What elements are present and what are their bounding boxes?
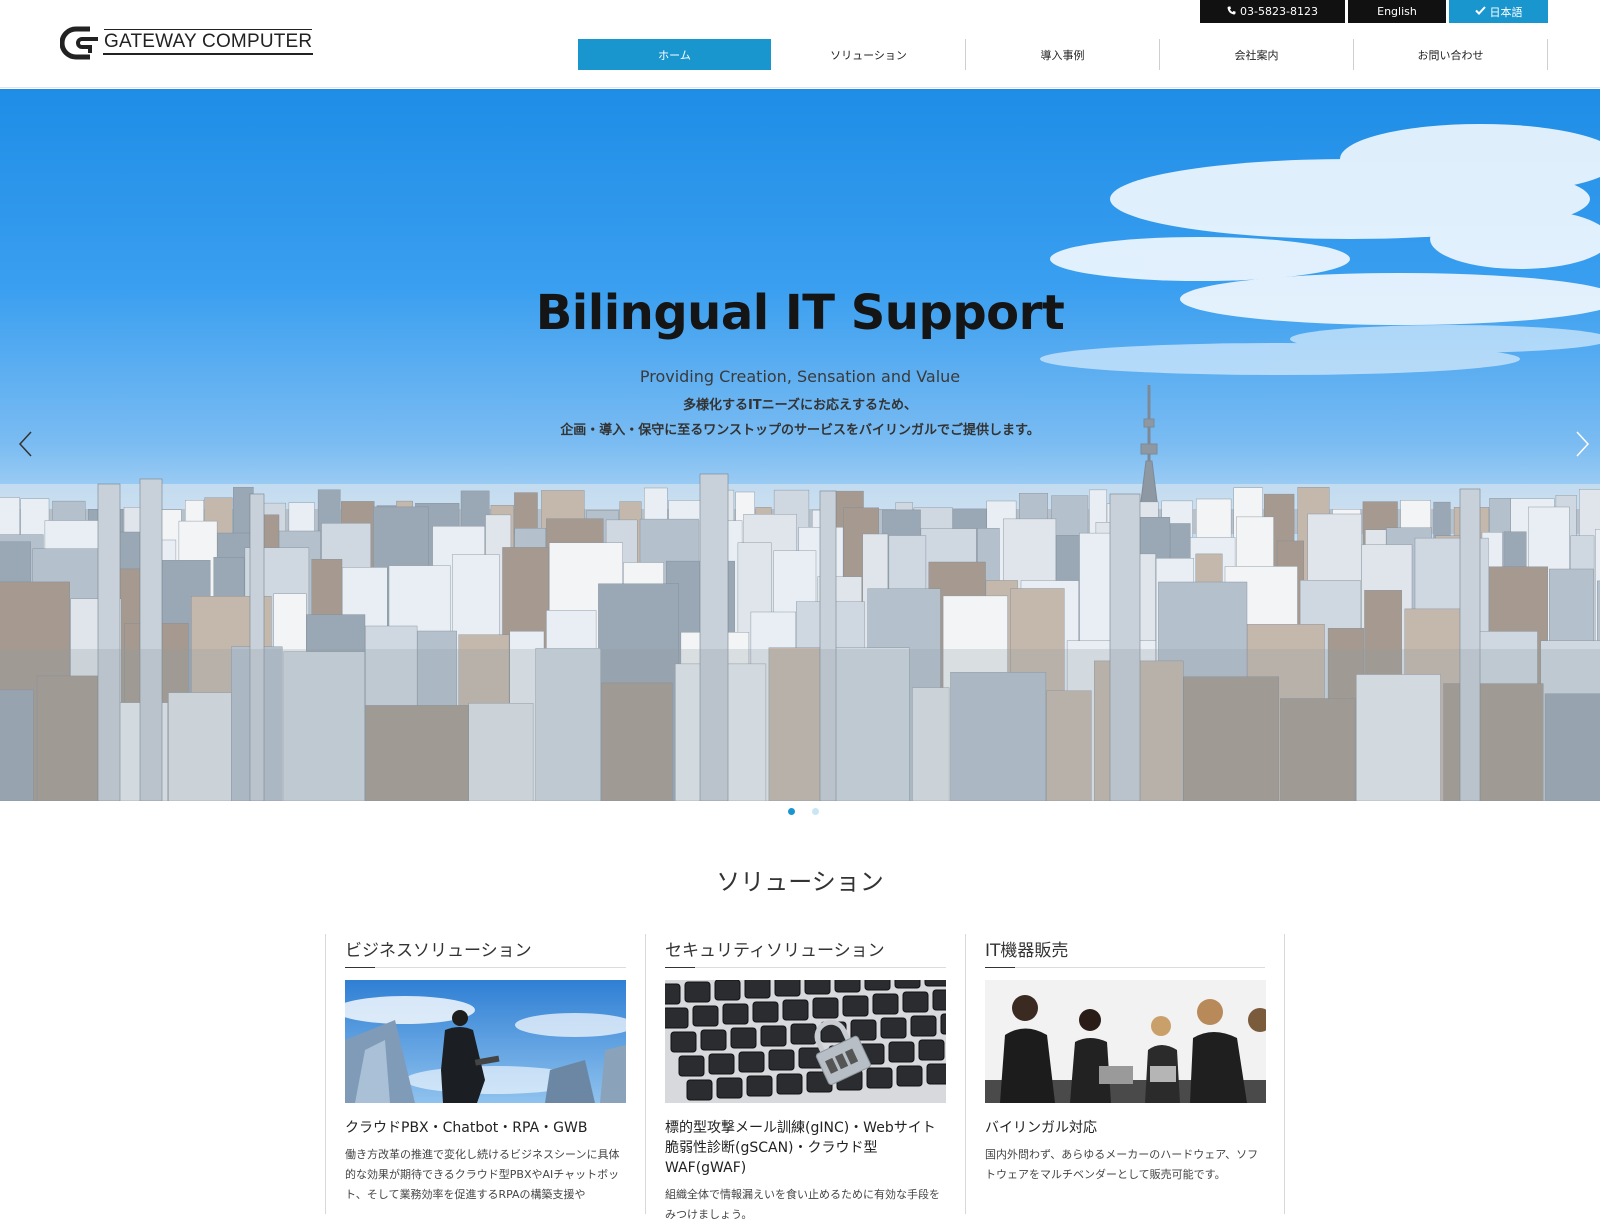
solutions-section-title: ソリューション bbox=[716, 868, 884, 896]
phone-link[interactable]: 03-5823-8123 bbox=[1200, 0, 1345, 23]
slider-prev-arrow-icon[interactable] bbox=[16, 429, 36, 459]
check-icon bbox=[1474, 5, 1486, 18]
slider-dot-1[interactable] bbox=[788, 808, 795, 815]
city-skyline-image bbox=[0, 124, 1600, 801]
lang-english-label: English bbox=[1377, 5, 1417, 18]
solution-card-description: 組織全体で情報漏えいを食い止めるために有効な手段をみつけましょう。 bbox=[665, 1188, 940, 1221]
solution-card-title: ビジネスソリューション bbox=[345, 934, 626, 968]
nav-item-company[interactable]: 会社案内 bbox=[1160, 39, 1354, 70]
solution-card-description: 働き方改革の推進で変化し続けるビジネスシーンに具体的な効果が期待できるクラウド型… bbox=[345, 1148, 620, 1201]
solution-card-it-hardware[interactable]: IT機器販売 バイリンガル対応 国内外問わず、あらゆるメーカーのハードウェア、ソ… bbox=[965, 934, 1285, 1214]
logo-text: GATEWAY COMPUTER bbox=[103, 32, 314, 55]
slider-dot-2[interactable] bbox=[812, 808, 819, 815]
solution-card-description: 国内外問わず、あらゆるメーカーのハードウェア、ソフトウェアをマルチベンダーとして… bbox=[985, 1148, 1259, 1181]
top-bar: 03-5823-8123 English 日本語 bbox=[1200, 0, 1548, 23]
hero-title: Bilingual IT Support bbox=[535, 285, 1065, 341]
logo[interactable]: GATEWAY COMPUTER bbox=[59, 22, 314, 64]
solution-card-business[interactable]: ビジネスソリューション クラウドPBX・Chatbot・RPA・GWB 働き方改… bbox=[325, 934, 645, 1214]
hero-text-line-2: 企画・導入・保守に至るワンストップのサービスをバイリンガルでご提供します。 bbox=[560, 423, 1040, 438]
businessman-building-photo[interactable] bbox=[345, 980, 626, 1103]
nav-item-solutions[interactable]: ソリューション bbox=[772, 39, 966, 70]
solution-card-subtitle: 標的型攻撃メール訓練(gINC)・Webサイト脆弱性診断(gSCAN)・クラウド… bbox=[665, 1120, 936, 1176]
lang-japanese-button[interactable]: 日本語 bbox=[1449, 0, 1548, 23]
lang-english-button[interactable]: English bbox=[1348, 0, 1446, 23]
site-header: GATEWAY COMPUTER 03-5823-8123 English 日本… bbox=[0, 0, 1600, 88]
solution-card-subtitle: バイリンガル対応 bbox=[985, 1120, 1097, 1136]
hero-text-line-1: 多様化するITニーズにお応えするため、 bbox=[682, 398, 918, 413]
keyboard-padlock-photo[interactable] bbox=[665, 980, 946, 1103]
lang-japanese-label: 日本語 bbox=[1489, 5, 1523, 19]
nav-item-home[interactable]: ホーム bbox=[578, 39, 771, 70]
business-meeting-photo[interactable] bbox=[985, 980, 1266, 1103]
hero-slider: Bilingual IT Support Providing Creation,… bbox=[0, 89, 1600, 801]
main-nav: ホーム ソリューション 導入事例 会社案内 お問い合わせ bbox=[578, 39, 1548, 70]
phone-number: 03-5823-8123 bbox=[1240, 5, 1318, 18]
solution-card-title: IT機器販売 bbox=[985, 934, 1265, 968]
nav-item-case-studies[interactable]: 導入事例 bbox=[966, 39, 1160, 70]
solutions-columns: ビジネスソリューション クラウドPBX・Chatbot・RPA・GWB 働き方改… bbox=[325, 934, 1285, 1221]
solution-card-title: セキュリティソリューション bbox=[665, 934, 946, 968]
hero-subtitle: Providing Creation, Sensation and Value bbox=[639, 367, 961, 386]
phone-icon bbox=[1227, 5, 1236, 18]
solution-card-security[interactable]: セキュリティソリューション 標的型攻撃メール訓練(gINC)・Webサイト脆弱性… bbox=[645, 934, 965, 1221]
slider-dots bbox=[788, 808, 819, 815]
solution-card-subtitle: クラウドPBX・Chatbot・RPA・GWB bbox=[345, 1120, 588, 1136]
logo-mark-icon bbox=[59, 23, 100, 63]
nav-item-contact[interactable]: お問い合わせ bbox=[1354, 39, 1548, 70]
slider-next-arrow-icon[interactable] bbox=[1572, 429, 1592, 459]
